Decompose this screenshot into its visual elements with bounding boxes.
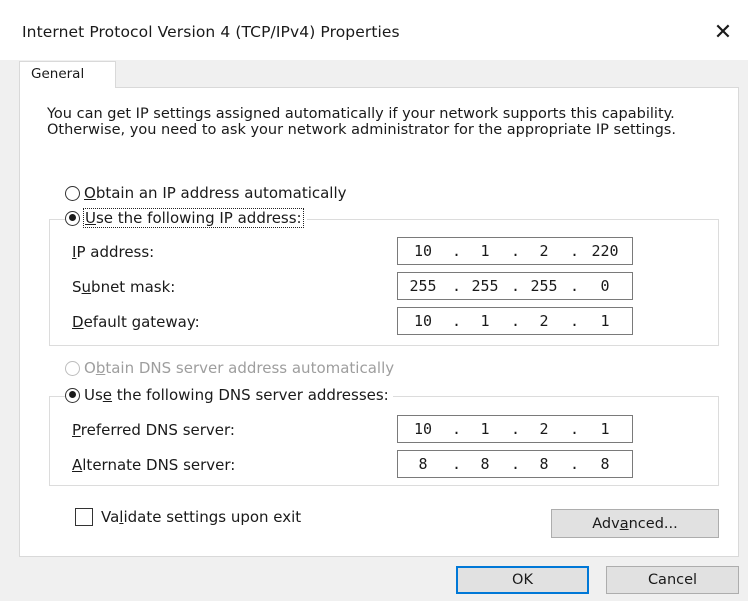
radio-use-following-dns[interactable]: Use the following DNS server addresses: [65, 386, 393, 404]
octet-4[interactable]: 0 [584, 277, 626, 295]
octet-separator: . [570, 420, 580, 438]
radio-label: Use the following DNS server addresses: [84, 386, 389, 404]
ip-address-input[interactable]: 10 . 1 . 2 . 220 [397, 237, 633, 265]
checkbox-label: Validate settings upon exit [101, 508, 302, 526]
default-gateway-input[interactable]: 10 . 1 . 2 . 1 [397, 307, 633, 335]
octet-separator: . [570, 455, 580, 473]
octet-separator: . [452, 277, 462, 295]
preferred-dns-label: Preferred DNS server: [72, 421, 235, 439]
octet-separator: . [511, 242, 521, 260]
window-title: Internet Protocol Version 4 (TCP/IPv4) P… [22, 23, 400, 41]
octet-2[interactable]: 1 [464, 312, 506, 330]
octet-4[interactable]: 1 [584, 420, 626, 438]
radio-use-following-ip[interactable]: Use the following IP address: [65, 208, 307, 228]
octet-separator: . [452, 455, 462, 473]
octet-separator: . [452, 242, 462, 260]
tab-general[interactable]: General [19, 61, 116, 88]
radio-button[interactable] [65, 210, 80, 226]
radio-label: Obtain DNS server address automatically [84, 359, 395, 377]
radio-obtain-ip-auto[interactable]: Obtain an IP address automatically [65, 184, 347, 202]
radio-label: Use the following IP address: [83, 208, 304, 228]
validate-settings-checkbox[interactable]: Validate settings upon exit [75, 508, 301, 526]
radio-obtain-dns-auto[interactable]: Obtain DNS server address automatically [65, 359, 394, 377]
octet-3[interactable]: 255 [523, 277, 565, 295]
octet-separator: . [570, 312, 580, 330]
preferred-dns-input[interactable]: 10 . 1 . 2 . 1 [397, 415, 633, 443]
subnet-mask-input[interactable]: 255 . 255 . 255 . 0 [397, 272, 633, 300]
radio-label: Obtain an IP address automatically [84, 184, 347, 202]
octet-1[interactable]: 10 [402, 242, 444, 260]
ip-address-label: IP address: [72, 243, 155, 261]
octet-separator: . [570, 277, 580, 295]
close-icon[interactable]: ✕ [700, 12, 746, 52]
subnet-mask-label: Subnet mask: [72, 278, 176, 296]
checkbox[interactable] [75, 508, 93, 526]
octet-2[interactable]: 1 [464, 420, 506, 438]
alternate-dns-input[interactable]: 8 . 8 . 8 . 8 [397, 450, 633, 478]
ok-button[interactable]: OK [456, 566, 589, 594]
title-bar[interactable]: Internet Protocol Version 4 (TCP/IPv4) P… [0, 0, 748, 60]
octet-3[interactable]: 8 [523, 455, 565, 473]
radio-button[interactable] [65, 185, 80, 201]
octet-1[interactable]: 10 [402, 312, 444, 330]
octet-4[interactable]: 220 [584, 242, 626, 260]
octet-1[interactable]: 8 [402, 455, 444, 473]
octet-separator: . [452, 312, 462, 330]
cancel-button[interactable]: Cancel [606, 566, 739, 594]
octet-1[interactable]: 255 [402, 277, 444, 295]
alternate-dns-label: Alternate DNS server: [72, 456, 236, 474]
octet-separator: . [511, 312, 521, 330]
octet-3[interactable]: 2 [523, 312, 565, 330]
advanced-button[interactable]: Adv a nced... [551, 509, 719, 538]
radio-button[interactable] [65, 387, 80, 403]
octet-2[interactable]: 8 [464, 455, 506, 473]
octet-separator: . [511, 420, 521, 438]
octet-separator: . [452, 420, 462, 438]
octet-1[interactable]: 10 [402, 420, 444, 438]
radio-button[interactable] [65, 360, 80, 376]
octet-separator: . [570, 242, 580, 260]
intro-text: You can get IP settings assigned automat… [47, 106, 676, 138]
octet-3[interactable]: 2 [523, 420, 565, 438]
octet-4[interactable]: 8 [584, 455, 626, 473]
octet-separator: . [511, 455, 521, 473]
octet-separator: . [511, 277, 521, 295]
octet-2[interactable]: 1 [464, 242, 506, 260]
octet-4[interactable]: 1 [584, 312, 626, 330]
octet-3[interactable]: 2 [523, 242, 565, 260]
default-gateway-label: Default gateway: [72, 313, 200, 331]
octet-2[interactable]: 255 [464, 277, 506, 295]
